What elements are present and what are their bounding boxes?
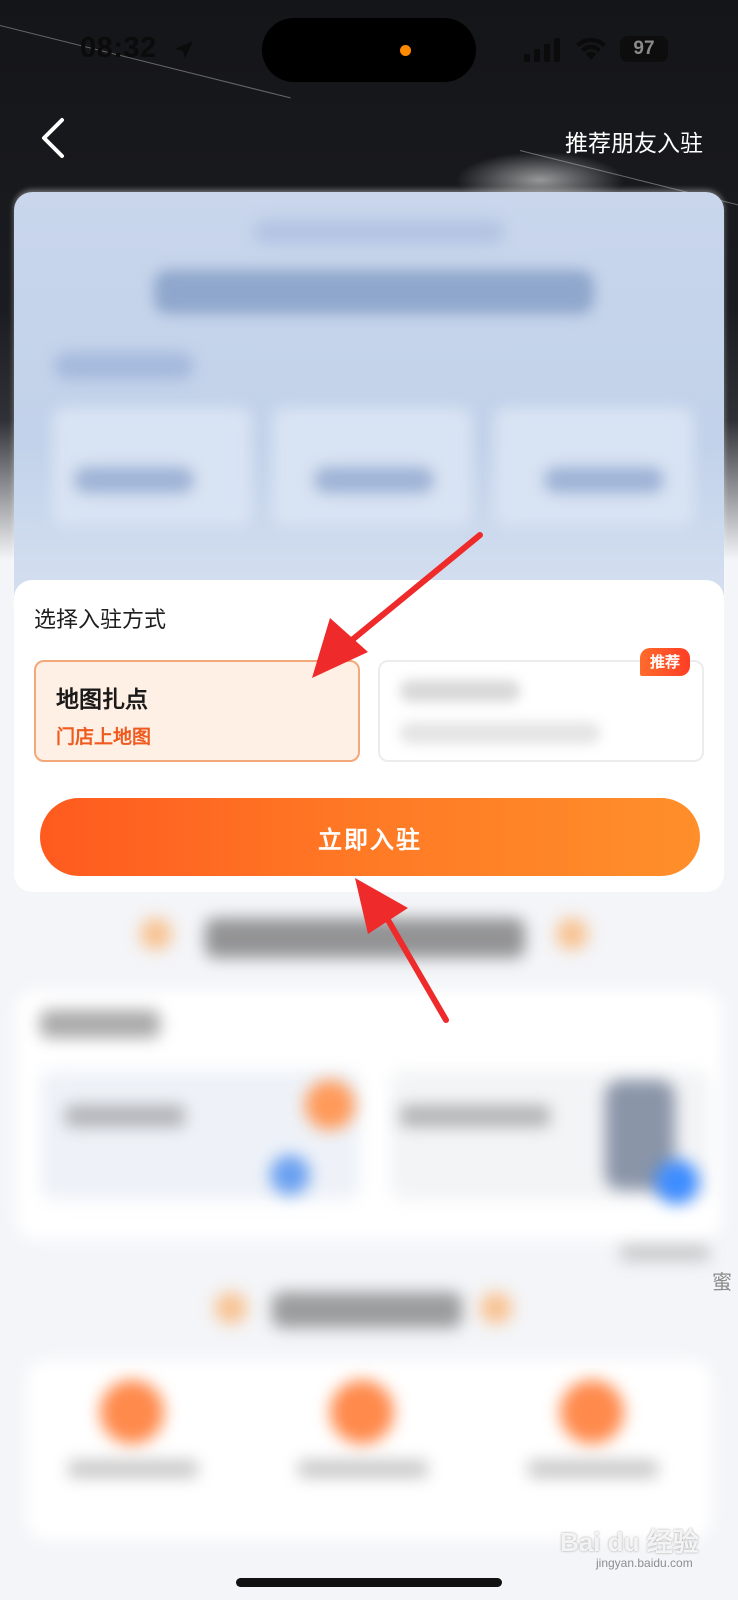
blurred-content [270, 1155, 310, 1195]
option-map-pin-subtitle: 门店上地图 [56, 726, 152, 748]
blurred-content [100, 1380, 164, 1444]
blurred-content [620, 1245, 710, 1261]
blurred-option-subtitle [400, 722, 600, 744]
blurred-lower-content [0, 900, 738, 1540]
blurred-content [215, 1292, 247, 1324]
blurred-content [480, 1292, 512, 1324]
baidu-watermark-url: jingyan.baidu.com [596, 1556, 693, 1570]
back-chevron-icon[interactable] [36, 116, 72, 160]
battery-icon: 97 [620, 36, 668, 62]
blurred-content [556, 918, 588, 950]
home-indicator[interactable] [236, 1578, 502, 1587]
signal-icon [524, 38, 560, 62]
blurred-content [74, 467, 194, 493]
wifi-icon [576, 37, 606, 60]
blurred-content [305, 1080, 355, 1130]
recommend-badge: 推荐 [640, 648, 690, 676]
baidu-watermark-logo: Bai du 经验 [560, 1527, 699, 1557]
option-map-pin[interactable]: 地图扎点 门店上地图 [34, 660, 360, 762]
blurred-content [140, 918, 172, 950]
status-bar: 08:32 97 [0, 0, 738, 100]
blurred-content [544, 467, 664, 493]
option-map-pin-title: 地图扎点 [56, 687, 148, 713]
blurred-content [560, 1380, 624, 1444]
blurred-content [254, 220, 504, 244]
blurred-content [272, 1292, 462, 1328]
location-arrow-icon [175, 41, 193, 59]
blurred-content [154, 270, 594, 314]
blurred-content [68, 1460, 198, 1478]
status-time: 08:32 [80, 32, 157, 64]
join-method-title: 选择入驻方式 [34, 608, 167, 633]
blurred-content [40, 1010, 160, 1038]
join-now-button[interactable]: 立即入驻 [40, 798, 700, 876]
recommend-friends-link[interactable]: 推荐朋友入驻 [565, 124, 703, 158]
blurred-content [655, 1160, 699, 1204]
dynamic-island [262, 18, 476, 82]
blurred-content [314, 467, 434, 493]
recording-dot-icon [400, 45, 411, 56]
side-edge-text: 蜜 [712, 1270, 732, 1294]
blurred-content [330, 1380, 394, 1444]
promo-banner [14, 192, 724, 612]
blurred-option-title [400, 680, 520, 702]
blurred-content [54, 352, 194, 380]
blurred-content [298, 1460, 428, 1478]
battery-level: 97 [633, 38, 655, 59]
blurred-content [65, 1105, 185, 1127]
blurred-content [205, 918, 525, 958]
join-method-card: 选择入驻方式 地图扎点 门店上地图 立即入驻 [14, 580, 724, 892]
blurred-content [528, 1460, 658, 1478]
blurred-content [400, 1105, 550, 1127]
